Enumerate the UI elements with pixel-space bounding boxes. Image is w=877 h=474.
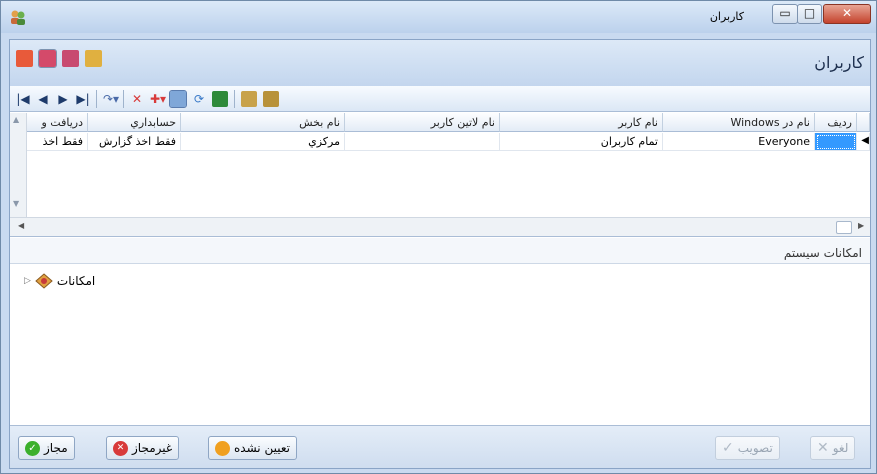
features-icon: [35, 273, 53, 289]
grid-header-windows-name[interactable]: نام در Windows: [663, 113, 815, 132]
grid-header-user-name[interactable]: نام كاربر: [500, 113, 663, 132]
not-allowed-button[interactable]: غيرمجاز ✕: [106, 436, 180, 460]
scroll-down-icon[interactable]: ▼: [13, 199, 19, 208]
vertical-scrollbar[interactable]: ▲ ▼: [10, 113, 27, 217]
edit-icon[interactable]: [169, 89, 187, 108]
copy-icon[interactable]: [62, 50, 79, 67]
scroll-right-icon[interactable]: ▶: [858, 221, 864, 230]
tree-node-label: امكانات: [56, 274, 96, 288]
current-row-indicator-icon: ◀: [857, 133, 870, 151]
cell-user-name[interactable]: تمام كاربران: [500, 133, 663, 151]
title-bar: كاربران ▭ □ ✕: [1, 1, 876, 33]
section-label: امكانات سيستم: [10, 238, 870, 264]
cell-windows-name[interactable]: Everyone: [663, 133, 815, 151]
users-grid: دريافت و حسابداري نام بخش نام لاتين كارب…: [10, 113, 870, 237]
bottom-toolbar: مجاز ✓ غيرمجاز ✕ تعيين نشده تصويب ✓ لغو …: [10, 425, 870, 468]
action-dropdown-icon[interactable]: ↷▾: [103, 92, 119, 106]
top-toolbar: كاربران: [10, 40, 870, 86]
approve-button-label: تصويب: [737, 441, 773, 455]
separator: [96, 89, 97, 108]
cell-section[interactable]: مركزي: [181, 133, 345, 151]
maximize-button[interactable]: □: [797, 4, 822, 24]
permissions-tree: ▷ امكانات: [10, 265, 870, 425]
window-title: كاربران: [709, 10, 744, 23]
form-view-icon[interactable]: [38, 49, 57, 68]
grid-header-accounting[interactable]: حسابداري: [88, 113, 181, 132]
allowed-button[interactable]: مجاز ✓: [18, 436, 75, 460]
scroll-thumb[interactable]: [836, 221, 852, 234]
maximize-icon: □: [803, 6, 816, 20]
unassigned-button-label: تعيين نشده: [234, 441, 290, 455]
unassigned-button[interactable]: تعيين نشده: [208, 436, 297, 460]
approve-icon: ✓: [722, 440, 734, 456]
close-button[interactable]: ✕: [823, 4, 871, 24]
cancel-icon: ✕: [817, 440, 829, 456]
cell-radif[interactable]: [815, 133, 857, 151]
scroll-up-icon[interactable]: ▲: [13, 115, 19, 124]
excel-export-icon[interactable]: [212, 90, 228, 107]
main-window: كاربران ▭ □ ✕ كاربران |◀ ◀ ▶ ▶| ↷▾ ✕ ✚▾: [0, 0, 877, 474]
minimize-button[interactable]: ▭: [772, 4, 798, 24]
close-icon: ✕: [841, 6, 853, 20]
tree-node-root[interactable]: ▷ امكانات: [24, 273, 95, 289]
cell-accounting[interactable]: فقط اخذ گزارش: [88, 133, 181, 151]
column-settings-icon[interactable]: [241, 90, 257, 107]
horizontal-scrollbar[interactable]: ◀ ▶: [10, 217, 870, 236]
minimize-icon: ▭: [779, 6, 791, 20]
refresh-icon[interactable]: ⟳: [192, 92, 206, 106]
navigation-toolbar: |◀ ◀ ▶ ▶| ↷▾ ✕ ✚▾ ⟳: [10, 86, 870, 112]
page-heading: كاربران: [814, 53, 864, 72]
filter-settings-icon[interactable]: [263, 90, 279, 107]
unassigned-icon: [215, 440, 230, 456]
grid-header-indicator: [857, 113, 870, 132]
add-icon[interactable]: ✚▾: [150, 92, 166, 106]
expand-arrow-icon[interactable]: ▷: [24, 276, 31, 286]
previous-record-icon[interactable]: ◀: [36, 92, 50, 106]
cancel-button[interactable]: لغو ✕: [810, 436, 856, 460]
deny-icon: ✕: [113, 440, 128, 456]
delete-icon[interactable]: ✕: [130, 92, 144, 106]
separator: [234, 89, 235, 108]
client-area: كاربران |◀ ◀ ▶ ▶| ↷▾ ✕ ✚▾ ⟳ دريافت و حسا…: [9, 39, 871, 469]
exit-icon[interactable]: [16, 50, 33, 67]
separator: [123, 89, 124, 108]
users-app-icon: [11, 10, 25, 25]
not-allowed-button-label: غيرمجاز: [132, 441, 173, 455]
first-record-icon[interactable]: |◀: [16, 92, 30, 106]
grid-header-radif[interactable]: رديف: [815, 113, 857, 132]
cancel-button-label: لغو: [832, 441, 849, 455]
grid-header-section[interactable]: نام بخش: [181, 113, 345, 132]
grid-header-latin-name[interactable]: نام لاتين كاربر: [345, 113, 500, 132]
next-record-icon[interactable]: ▶: [56, 92, 70, 106]
check-icon: ✓: [25, 440, 40, 456]
scroll-left-icon[interactable]: ◀: [18, 221, 24, 230]
allowed-button-label: مجاز: [44, 441, 68, 455]
cell-latin-name[interactable]: [345, 133, 500, 151]
last-record-icon[interactable]: ▶|: [76, 92, 90, 106]
home-icon[interactable]: [85, 50, 102, 67]
approve-button[interactable]: تصويب ✓: [715, 436, 780, 460]
